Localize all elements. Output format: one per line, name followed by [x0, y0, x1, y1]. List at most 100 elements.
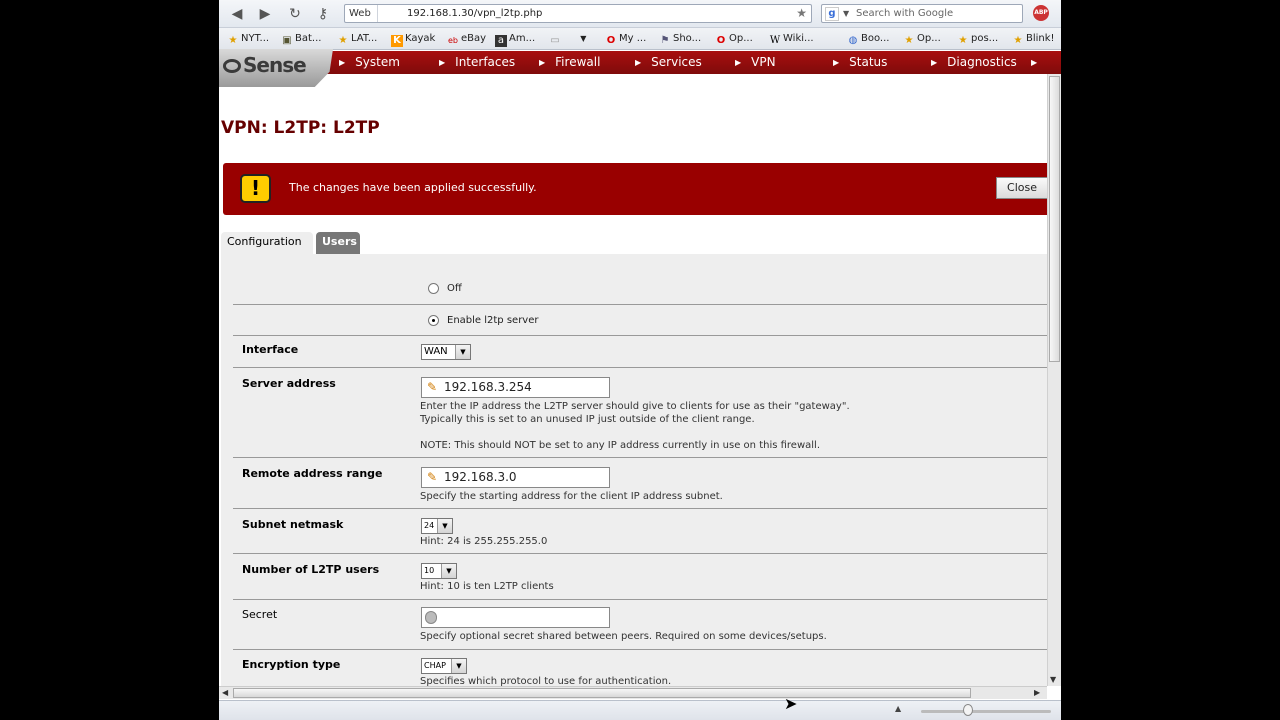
zoom-menu-icon[interactable]: ▲ — [895, 704, 901, 713]
menu-services[interactable]: ▶ Services — [635, 54, 702, 70]
address-bar[interactable]: Web 192.168.1.30/vpn_l2tp.php ★ — [344, 4, 812, 23]
radio-off[interactable] — [428, 283, 439, 294]
warning-icon: ! — [240, 174, 271, 203]
star-icon: ★ — [958, 35, 968, 46]
page-title: VPN: L2TP: L2TP — [221, 118, 380, 138]
tv-icon: ▣ — [282, 35, 292, 46]
forward-icon[interactable]: ▶ — [255, 4, 275, 24]
chevron-down-icon: ▼ — [437, 519, 452, 533]
interface-select[interactable]: WAN ▼ — [421, 344, 471, 360]
bookmark-label: NYT... — [241, 33, 270, 44]
server-address-help: Enter the IP address the L2TP server sho… — [420, 401, 850, 412]
ebay-icon: eb — [448, 36, 458, 45]
encryption-select[interactable]: CHAP ▼ — [421, 658, 467, 674]
star-icon: ★ — [338, 35, 348, 46]
bookmark-pos[interactable]: ★ pos... — [957, 32, 999, 46]
scrollbar-thumb[interactable] — [1049, 76, 1060, 362]
arrow-right-icon: ▶ — [439, 58, 446, 67]
menu-interfaces[interactable]: ▶ Interfaces — [439, 54, 515, 70]
browser-window: ◀ ▶ ↻ ⚷ Web 192.168.1.30/vpn_l2tp.php ★ … — [219, 0, 1061, 720]
bookmark-nyt[interactable]: ★ NYT... — [227, 32, 270, 46]
menu-more[interactable]: ▶ — [1031, 54, 1047, 70]
divider — [233, 457, 1047, 458]
bookmark-sho[interactable]: ⚑ Sho... — [659, 32, 702, 46]
radio-off-label: Off — [447, 283, 462, 294]
bookmark-lat[interactable]: ★ LAT... — [337, 32, 378, 46]
bookmark-ebay[interactable]: eb eBay — [447, 32, 486, 46]
bookmark-kayak[interactable]: K Kayak — [391, 32, 435, 47]
menu-firewall[interactable]: ▶ Firewall — [539, 54, 600, 70]
menu-diagnostics[interactable]: ▶ Diagnostics — [931, 54, 1017, 70]
bookmark-label: Am... — [509, 33, 536, 44]
divider — [233, 508, 1047, 509]
bookmark-bat[interactable]: ▣ Bat... — [281, 32, 321, 46]
menu-vpn[interactable]: ▶ VPN — [735, 54, 776, 70]
vertical-scrollbar[interactable]: ▼ — [1047, 74, 1061, 686]
netmask-value: 24 — [424, 521, 435, 530]
reload-icon[interactable]: ↻ — [285, 4, 305, 24]
pencil-icon: ✎ — [426, 380, 438, 394]
key-icon[interactable]: ⚷ — [313, 4, 333, 24]
divider — [233, 367, 1047, 368]
logo-text: Sense — [243, 53, 307, 77]
amazon-icon: a — [495, 35, 507, 47]
bookmark-label: Wiki... — [783, 33, 814, 44]
status-bar: ▲ — [219, 700, 1061, 720]
zoom-slider-thumb[interactable] — [963, 704, 973, 716]
bookmark-blink[interactable]: ★ Blink! — [1012, 32, 1055, 46]
config-form: Off Enable l2tp server Interface WAN ▼ Se… — [221, 254, 1047, 687]
close-button[interactable]: Close — [996, 177, 1048, 199]
pfsense-logo[interactable]: Sense — [219, 49, 333, 87]
menu-label: Status — [849, 55, 888, 69]
server-address-help: Typically this is set to an unused IP ju… — [420, 414, 755, 425]
radio-enable-label: Enable l2tp server — [447, 315, 539, 326]
tab-users[interactable]: Users — [316, 232, 360, 254]
scroll-left-icon[interactable]: ◀ — [222, 687, 228, 699]
scroll-right-icon[interactable]: ▶ — [1034, 687, 1040, 699]
secret-input[interactable] — [421, 607, 610, 628]
arrow-right-icon: ▶ — [931, 58, 938, 67]
scroll-down-icon[interactable]: ▼ — [1050, 675, 1056, 684]
lock-icon — [425, 611, 437, 624]
search-placeholder: Search with Google — [856, 8, 954, 19]
notice-text: The changes have been applied successful… — [289, 181, 537, 194]
chevron-down-icon[interactable]: ▼ — [843, 5, 849, 22]
folder-icon: ▭ — [550, 35, 560, 46]
star-icon: ★ — [904, 35, 914, 46]
bookmark-label: Op... — [729, 33, 753, 44]
divider — [233, 649, 1047, 650]
mouse-cursor-icon: ➤ — [784, 694, 798, 713]
menu-label: VPN — [751, 55, 776, 69]
tab-configuration[interactable]: Configuration — [221, 232, 313, 254]
bookmark-op1[interactable]: O Op... — [715, 32, 753, 46]
back-icon[interactable]: ◀ — [227, 4, 247, 24]
menu-status[interactable]: ▶ Status — [833, 54, 887, 70]
scrollbar-thumb[interactable] — [233, 688, 971, 698]
menu-system[interactable]: ▶ System — [339, 54, 400, 70]
arrow-right-icon: ▶ — [735, 58, 742, 67]
bookmark-boo[interactable]: ◍ Boo... — [847, 32, 890, 46]
bookmark-star-icon[interactable]: ★ — [796, 5, 807, 22]
bookmark-my[interactable]: O My ... — [605, 32, 647, 46]
bookmark-folder[interactable]: ▭ ▼ — [549, 32, 586, 46]
chevron-down-icon: ▼ — [580, 34, 587, 43]
bookmark-wiki[interactable]: W Wiki... — [769, 32, 814, 46]
server-address-note: NOTE: This should NOT be set to any IP a… — [420, 440, 820, 451]
zoom-slider[interactable] — [921, 710, 1051, 713]
bookmark-label: pos... — [971, 33, 999, 44]
bookmark-label: eBay — [461, 33, 487, 44]
adblock-icon[interactable]: ABP — [1033, 5, 1049, 21]
radio-enable[interactable] — [428, 315, 439, 326]
server-address-label: Server address — [242, 377, 336, 390]
bookmark-amazon[interactable]: a Am... — [495, 32, 536, 47]
users-select[interactable]: 10 ▼ — [421, 563, 457, 579]
menu-label: Services — [651, 55, 702, 69]
users-value: 10 — [424, 566, 435, 575]
remote-range-input[interactable]: ✎ 192.168.3.0 — [421, 467, 610, 488]
divider — [233, 599, 1047, 600]
netmask-select[interactable]: 24 ▼ — [421, 518, 453, 534]
bookmark-op2[interactable]: ★ Op... — [903, 32, 941, 46]
server-address-input[interactable]: ✎ 192.168.3.254 — [421, 377, 610, 398]
horizontal-scrollbar[interactable]: ◀ ▶ — [219, 686, 1047, 699]
search-input[interactable]: g ▼ Search with Google — [821, 4, 1023, 23]
